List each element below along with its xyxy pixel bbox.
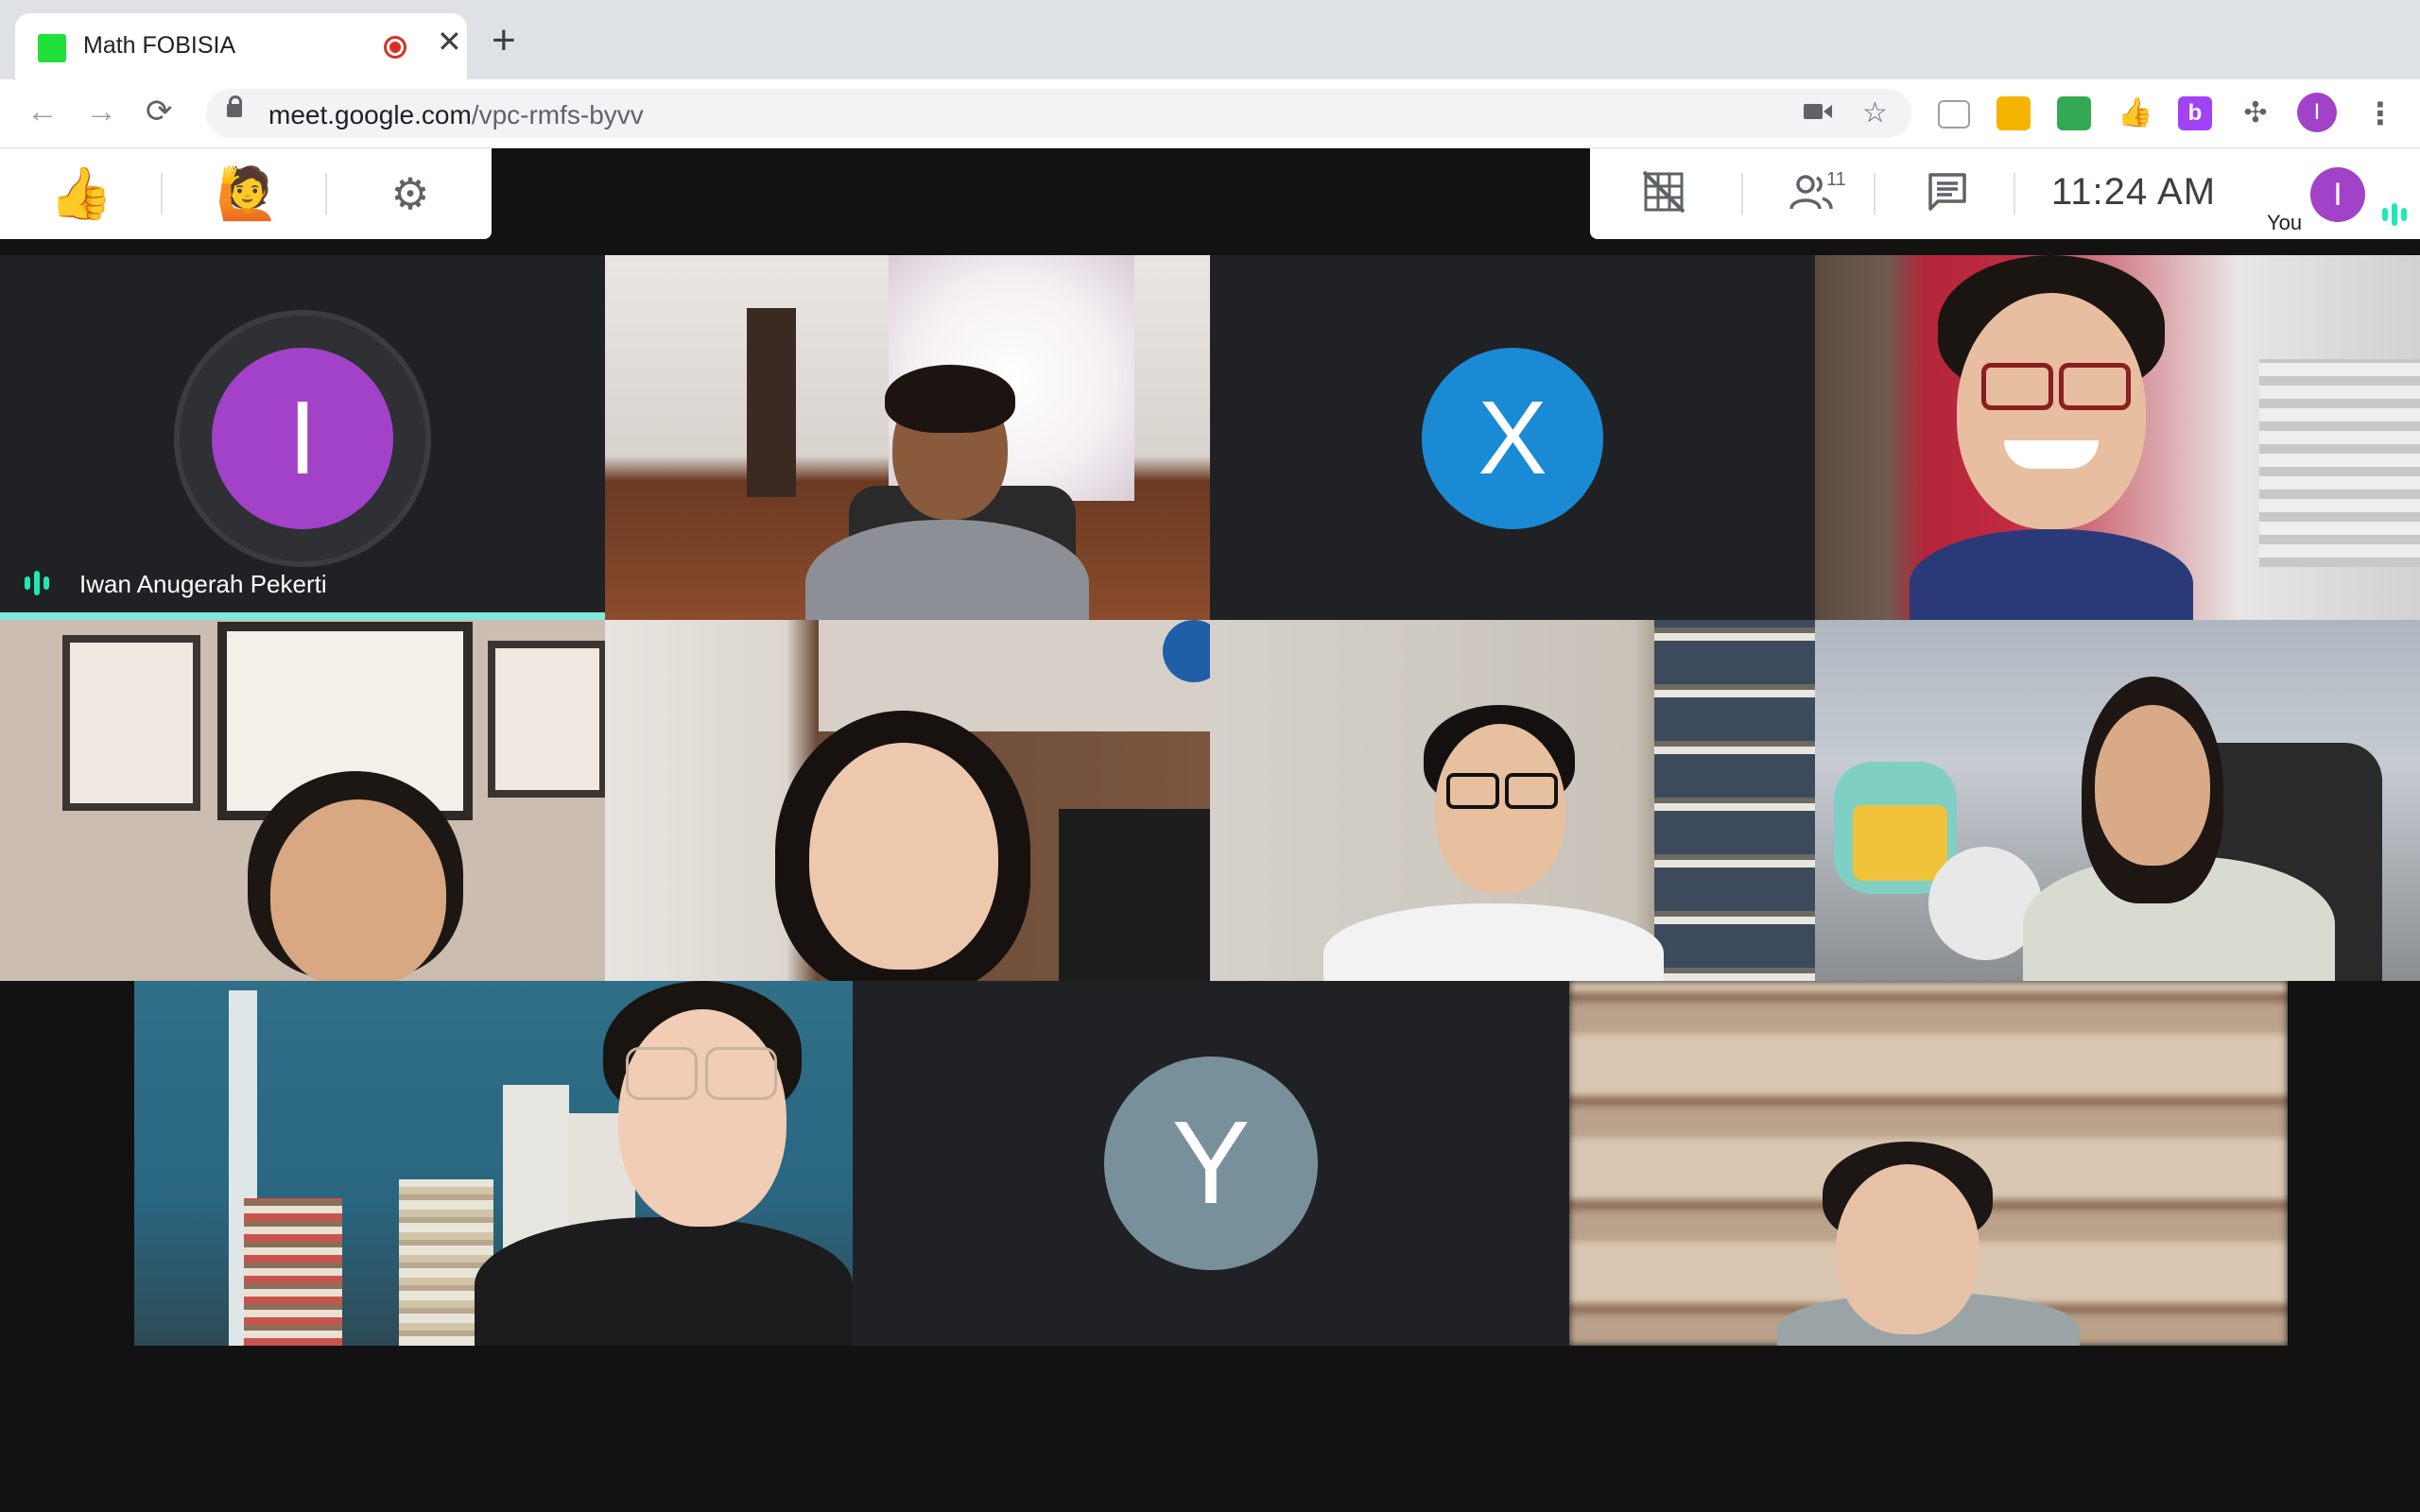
colorful-extension-icon[interactable] — [1996, 96, 2031, 130]
profile-avatar[interactable]: I — [2297, 93, 2337, 132]
meet-controls-bar: 11 11:24 AM I You — [1590, 148, 2420, 239]
divider — [1741, 173, 1743, 215]
b-extension-icon[interactable]: b — [2178, 96, 2212, 130]
participant-avatar: X — [1422, 348, 1603, 529]
participant-name: Iwan Anugerah Pekerti — [79, 570, 327, 598]
extensions-puzzle-icon[interactable]: ✣ — [2238, 96, 2273, 130]
meet-favicon-icon — [38, 34, 66, 62]
participant-tile-iwan[interactable]: I Iwan Anugerah Pekerti — [0, 255, 605, 620]
meet-reactions-bar: 👍 🙋 ⚙ — [0, 148, 492, 239]
video-feed — [1210, 620, 1815, 981]
participant-avatar: I — [212, 348, 393, 529]
participant-tile-x[interactable]: X — [1210, 255, 1815, 620]
reader-extension-icon[interactable] — [1938, 100, 1970, 129]
reload-icon[interactable]: ⟳ — [146, 91, 173, 132]
back-icon[interactable]: ← — [26, 91, 59, 132]
browser-tab[interactable]: Math FOBISIA ✕ — [15, 13, 467, 79]
video-feed — [1815, 620, 2420, 981]
video-feed — [1569, 981, 2288, 1346]
divider — [1874, 173, 1876, 215]
bookmark-star-icon[interactable]: ☆ — [1862, 96, 1888, 130]
participant-tile-video[interactable] — [1210, 620, 1815, 981]
camera-icon[interactable] — [1804, 96, 1832, 130]
self-label: You — [2267, 211, 2303, 234]
url-path: /vpc-rmfs-byvv — [471, 100, 644, 129]
settings-gear-icon[interactable]: ⚙ — [382, 165, 439, 222]
recording-icon — [384, 36, 406, 59]
url-host: meet.google.com — [268, 100, 472, 129]
participant-tile-video[interactable] — [0, 620, 605, 981]
browser-tabstrip: Math FOBISIA ✕ + — [0, 0, 2420, 79]
active-speaker-indicator — [0, 612, 605, 620]
thumbs-extension-icon[interactable]: 👍 — [2118, 96, 2152, 130]
audio-level-icon — [25, 571, 49, 595]
chat-icon[interactable] — [1927, 171, 1968, 216]
participant-tile-y[interactable]: Y — [853, 981, 1569, 1346]
video-feed — [134, 981, 853, 1346]
participant-avatar: Y — [1104, 1057, 1318, 1270]
participant-tile-video[interactable] — [1815, 255, 2420, 620]
participant-tile-video[interactable] — [605, 620, 1210, 981]
tab-title: Math FOBISIA — [83, 32, 236, 59]
video-feed — [605, 255, 1210, 620]
grid-view-off-icon[interactable] — [1642, 170, 1685, 216]
browser-toolbar: ← → ⟳ meet.google.com/vpc-rmfs-byvv ☆ 👍 … — [0, 79, 2420, 149]
self-avatar[interactable]: I — [2310, 167, 2365, 222]
lock-icon — [227, 95, 242, 117]
raise-hand-button[interactable]: 🙋 — [216, 165, 279, 222]
participant-tile-video[interactable] — [605, 255, 1210, 620]
divider — [2014, 173, 2015, 215]
meeting-clock: 11:24 AM — [2051, 171, 2217, 213]
meet-extension-icon[interactable] — [2057, 96, 2091, 130]
url-text: meet.google.com/vpc-rmfs-byvv — [268, 100, 644, 130]
participant-count: 11 — [1826, 169, 1846, 190]
address-bar[interactable]: meet.google.com/vpc-rmfs-byvv ☆ — [206, 89, 1911, 138]
new-tab-button[interactable]: + — [492, 20, 516, 61]
thumbs-up-button[interactable]: 👍 — [49, 165, 112, 222]
participant-tile-video[interactable] — [134, 981, 853, 1346]
video-feed — [605, 620, 1210, 981]
forward-icon[interactable]: → — [85, 91, 117, 132]
self-audio-level-icon — [2382, 203, 2407, 226]
browser-menu-icon[interactable]: ⋮ — [2363, 96, 2397, 130]
divider — [325, 173, 327, 215]
video-feed — [0, 620, 605, 981]
participant-tile-video[interactable] — [1815, 620, 2420, 981]
tab-close-icon[interactable]: ✕ — [437, 26, 462, 57]
divider — [161, 173, 163, 215]
video-feed — [1815, 255, 2420, 620]
participant-tile-video[interactable] — [1569, 981, 2288, 1346]
